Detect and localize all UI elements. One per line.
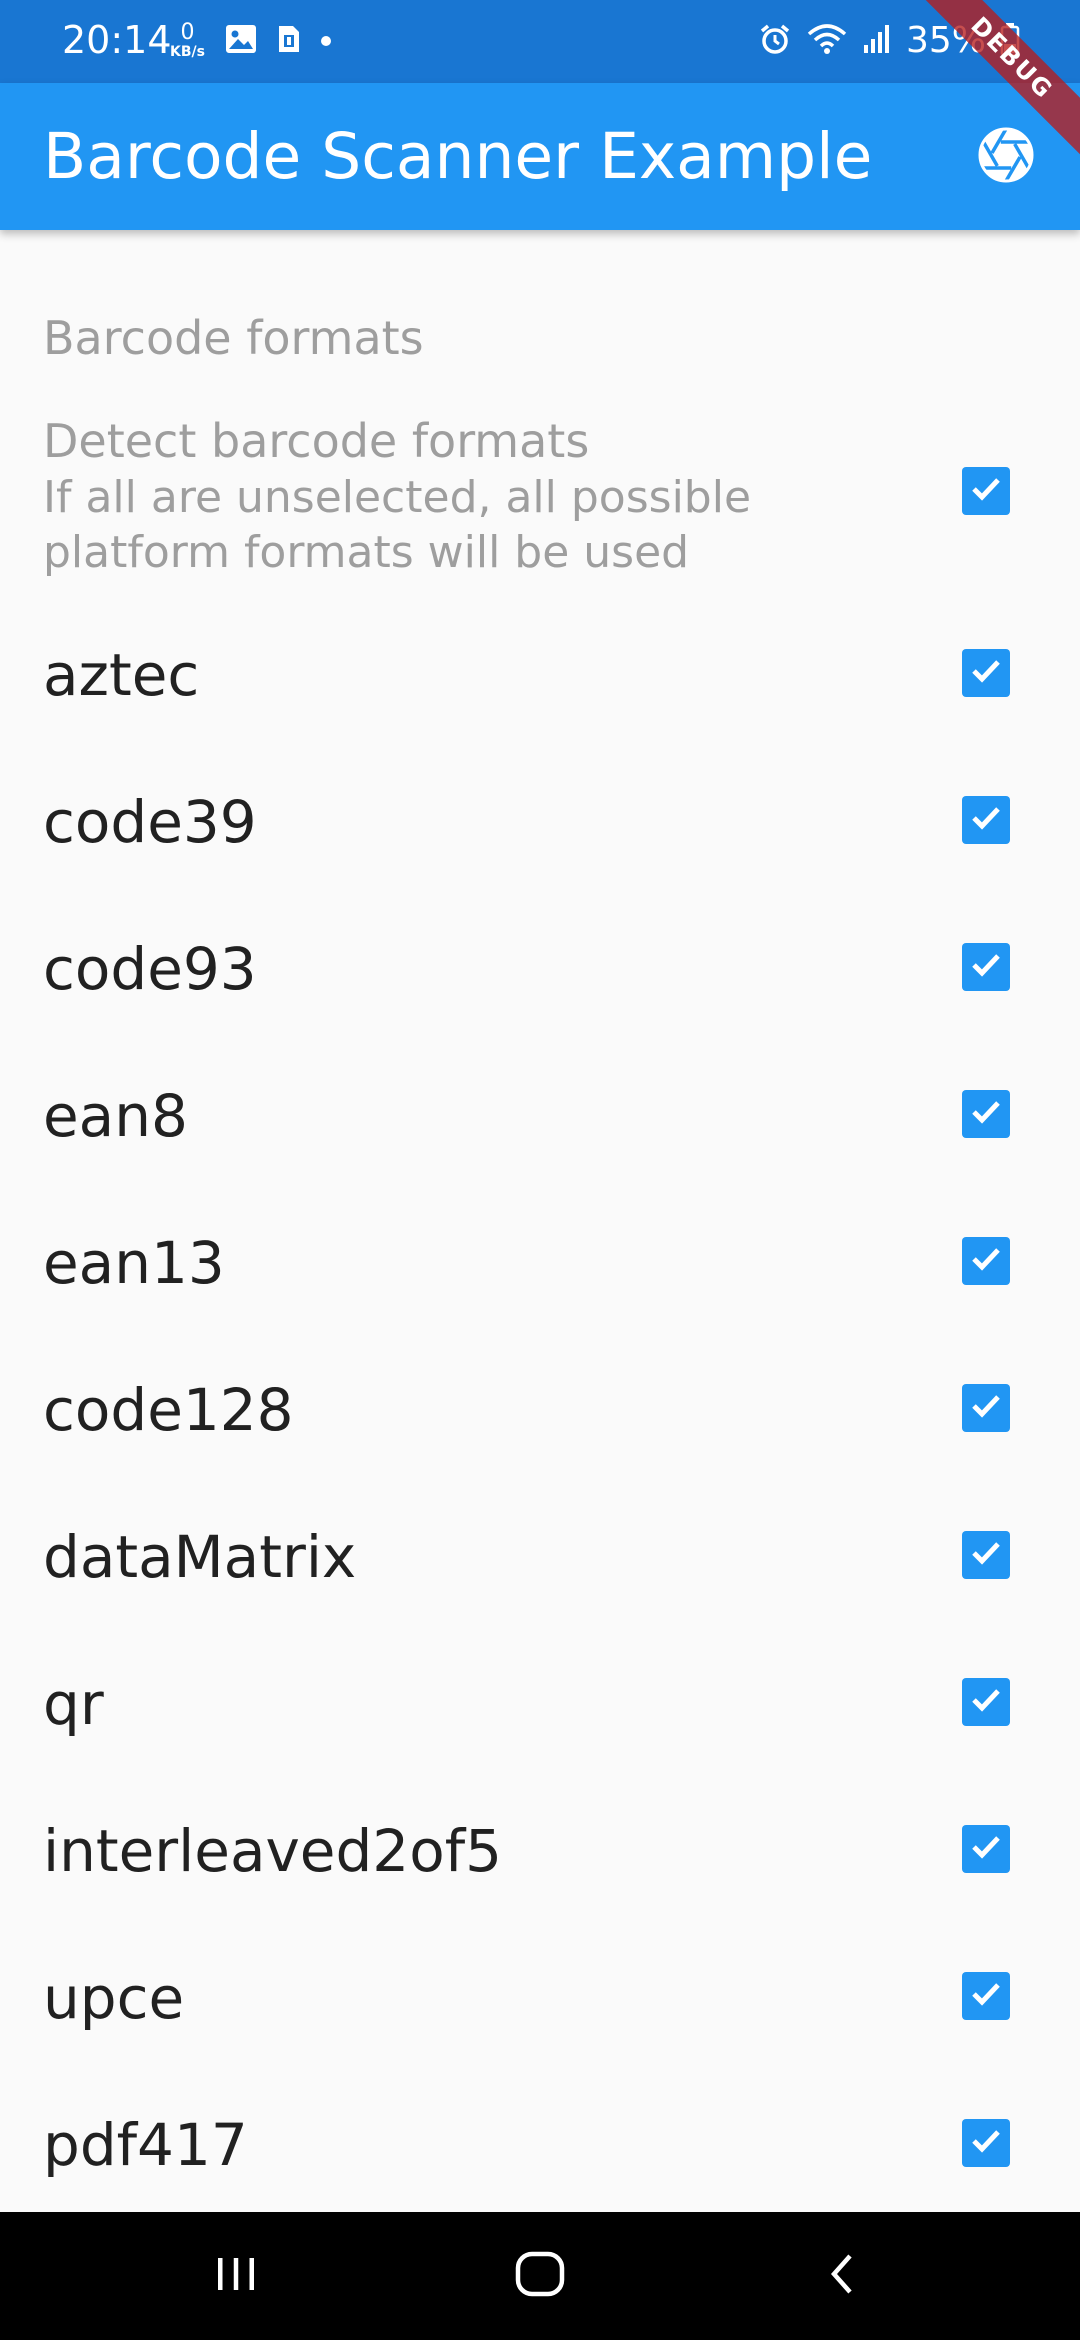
format-checkbox-qr[interactable] (962, 1678, 1010, 1726)
image-icon (225, 24, 257, 58)
format-checkbox-upce[interactable] (962, 1972, 1010, 2020)
home-button[interactable] (480, 2236, 600, 2316)
format-checkbox-ean13[interactable] (962, 1237, 1010, 1285)
camera-aperture-icon (978, 127, 1034, 187)
check-icon (966, 1092, 1006, 1136)
home-icon (514, 2248, 566, 2304)
format-label: interleaved2of5 (43, 1817, 503, 1885)
format-checkbox-pdf417[interactable] (962, 2119, 1010, 2167)
format-row-code128[interactable]: code128 (0, 1335, 1080, 1482)
check-icon (966, 1533, 1006, 1577)
battery-icon (1000, 22, 1020, 60)
format-row-dataMatrix[interactable]: dataMatrix (0, 1482, 1080, 1629)
format-checkbox-dataMatrix[interactable] (962, 1531, 1010, 1579)
status-time: 20:14 (62, 18, 172, 62)
detect-formats-row[interactable]: Detect barcode formats If all are unsele… (0, 410, 1080, 600)
format-label: code93 (43, 935, 257, 1003)
check-icon (966, 1239, 1006, 1283)
format-checkbox-interleaved2of5[interactable] (962, 1825, 1010, 1873)
format-row-code39[interactable]: code39 (0, 747, 1080, 894)
data-rate-indicator: 0 KB/s (170, 20, 205, 61)
check-icon (966, 651, 1006, 695)
check-icon (966, 1974, 1006, 2018)
format-label: code128 (43, 1376, 294, 1444)
format-checkbox-code128[interactable] (962, 1384, 1010, 1432)
check-icon (966, 2121, 1006, 2165)
format-label: aztec (43, 641, 200, 709)
status-left-icons: 0 KB/s (170, 18, 331, 64)
format-label: ean13 (43, 1229, 225, 1297)
format-row-upce[interactable]: upce (0, 1923, 1080, 2070)
detect-formats-subtitle: If all are unselected, all possible plat… (43, 472, 752, 578)
check-icon (966, 1386, 1006, 1430)
format-row-pdf417[interactable]: pdf417 (0, 2070, 1080, 2217)
screen: 20:14 0 KB/s 35% DEBUG Barcode Scanner E… (0, 0, 1080, 2340)
format-row-qr[interactable]: qr (0, 1629, 1080, 1776)
check-icon (966, 1680, 1006, 1724)
navigation-bar (0, 2212, 1080, 2340)
wifi-icon (806, 22, 848, 60)
format-checkbox-code39[interactable] (962, 796, 1010, 844)
format-checkbox-ean8[interactable] (962, 1090, 1010, 1138)
section-header: Barcode formats (43, 311, 424, 365)
app-title: Barcode Scanner Example (43, 120, 873, 193)
format-label: code39 (43, 788, 257, 856)
format-label: qr (43, 1670, 104, 1738)
recent-apps-icon (212, 2250, 260, 2302)
recent-apps-button[interactable] (176, 2236, 296, 2316)
check-icon (966, 469, 1006, 513)
back-button[interactable] (782, 2236, 902, 2316)
notification-dot-icon (320, 36, 331, 46)
status-right-icons: 35% (758, 18, 1020, 64)
alarm-icon (758, 22, 792, 60)
data-rate-unit: KB/s (170, 44, 205, 60)
format-label: pdf417 (43, 2111, 248, 2179)
format-label: ean8 (43, 1082, 188, 1150)
check-icon (966, 1827, 1006, 1871)
sim-card-icon (277, 24, 301, 58)
format-checkbox-aztec[interactable] (962, 649, 1010, 697)
format-row-ean13[interactable]: ean13 (0, 1188, 1080, 1335)
detect-formats-title: Detect barcode formats (43, 414, 590, 468)
data-rate-value: 0 (180, 20, 195, 45)
status-bar: 20:14 0 KB/s 35% (0, 0, 1080, 83)
signal-icon (862, 23, 892, 59)
format-row-interleaved2of5[interactable]: interleaved2of5 (0, 1776, 1080, 1923)
check-icon (966, 945, 1006, 989)
format-label: upce (43, 1964, 185, 2032)
check-icon (966, 798, 1006, 842)
format-row-aztec[interactable]: aztec (0, 600, 1080, 747)
back-icon (820, 2250, 864, 2302)
detect-formats-checkbox[interactable] (962, 467, 1010, 515)
format-row-code93[interactable]: code93 (0, 894, 1080, 1041)
app-bar: Barcode Scanner Example (0, 83, 1080, 230)
scan-button[interactable] (974, 125, 1038, 189)
format-label: dataMatrix (43, 1523, 357, 1591)
battery-percent: 35% (905, 20, 986, 61)
format-row-ean8[interactable]: ean8 (0, 1041, 1080, 1188)
format-checkbox-code93[interactable] (962, 943, 1010, 991)
